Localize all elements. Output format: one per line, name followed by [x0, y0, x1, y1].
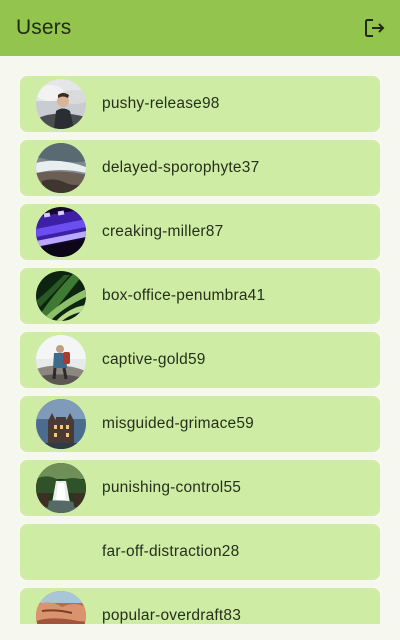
page-title: Users [16, 16, 72, 39]
avatar [36, 271, 86, 321]
avatar [36, 399, 86, 449]
user-list-item[interactable]: captive-gold59 [20, 332, 380, 388]
username: delayed-sporophyte37 [102, 159, 260, 176]
user-list[interactable]: pushy-release98 delayed-sporophyte37 cre… [0, 56, 400, 624]
user-list-item[interactable]: box-office-penumbra41 [20, 268, 380, 324]
avatar [36, 463, 86, 513]
avatar [36, 79, 86, 129]
user-list-item[interactable]: far-off-distraction28 [20, 524, 380, 580]
username: box-office-penumbra41 [102, 287, 266, 304]
app-bar: Users [0, 0, 400, 56]
avatar [36, 335, 86, 385]
username: punishing-control55 [102, 479, 242, 496]
username: popular-overdraft83 [102, 607, 242, 624]
user-list-item[interactable]: creaking-miller87 [20, 204, 380, 260]
user-list-item[interactable]: delayed-sporophyte37 [20, 140, 380, 196]
logout-icon [365, 19, 385, 37]
avatar [36, 143, 86, 193]
user-list-item[interactable]: popular-overdraft83 [20, 588, 380, 624]
username: misguided-grimace59 [102, 415, 254, 432]
username: creaking-miller87 [102, 223, 224, 240]
avatar [36, 207, 86, 257]
username: captive-gold59 [102, 351, 206, 368]
username: pushy-release98 [102, 95, 220, 112]
logout-button[interactable] [362, 15, 388, 41]
avatar [36, 591, 86, 624]
user-list-item[interactable]: pushy-release98 [20, 76, 380, 132]
user-list-item[interactable]: misguided-grimace59 [20, 396, 380, 452]
username: far-off-distraction28 [102, 543, 240, 560]
user-list-item[interactable]: punishing-control55 [20, 460, 380, 516]
